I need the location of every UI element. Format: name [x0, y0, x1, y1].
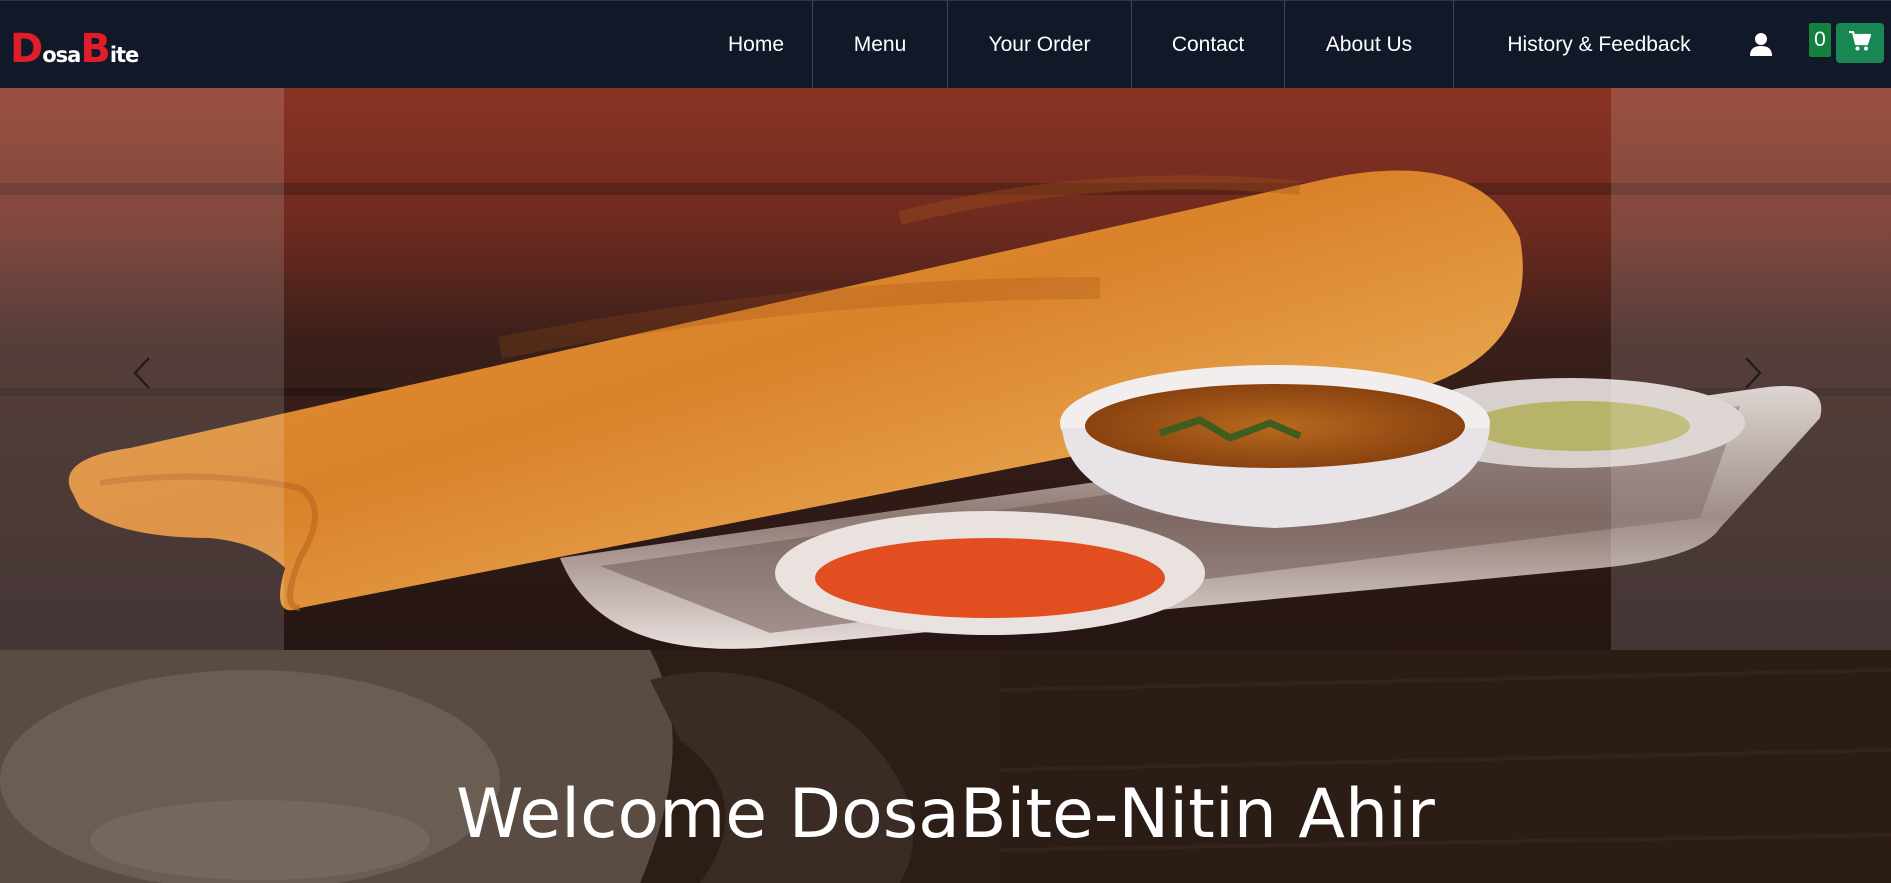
nav-history-feedback[interactable]: History & Feedback — [1454, 1, 1744, 89]
logo-text-ite: ite — [109, 43, 140, 67]
hero-carousel — [0, 88, 1891, 650]
nav-home[interactable]: Home — [700, 1, 813, 89]
navbar: D osa B ite Home Menu Your Order Contact… — [0, 0, 1891, 89]
nav-menu[interactable]: Menu — [813, 1, 948, 89]
carousel-prev-button[interactable] — [122, 350, 162, 400]
logo-text-osa: osa — [42, 43, 81, 67]
nav-links: Home Menu Your Order Contact About Us Hi… — [700, 1, 1744, 89]
chevron-right-icon — [1743, 356, 1763, 395]
chevron-left-icon — [132, 356, 152, 395]
brand-logo[interactable]: D osa B ite — [10, 25, 140, 72]
logo-letter-b: B — [80, 26, 110, 72]
nav-your-order[interactable]: Your Order — [948, 1, 1132, 89]
cart-count-badge: 0 — [1809, 23, 1831, 57]
cart-icon — [1849, 30, 1872, 56]
carousel-next-button[interactable] — [1733, 350, 1773, 400]
nav-contact[interactable]: Contact — [1132, 1, 1285, 89]
nav-about-us[interactable]: About Us — [1285, 1, 1454, 89]
cart-button[interactable] — [1836, 23, 1884, 63]
user-icon[interactable] — [1748, 31, 1774, 57]
welcome-title: Welcome DosaBite-Nitin Ahir — [456, 775, 1435, 854]
welcome-section: Welcome DosaBite-Nitin Ahir — [0, 650, 1891, 883]
logo-letter-d: D — [10, 26, 43, 72]
